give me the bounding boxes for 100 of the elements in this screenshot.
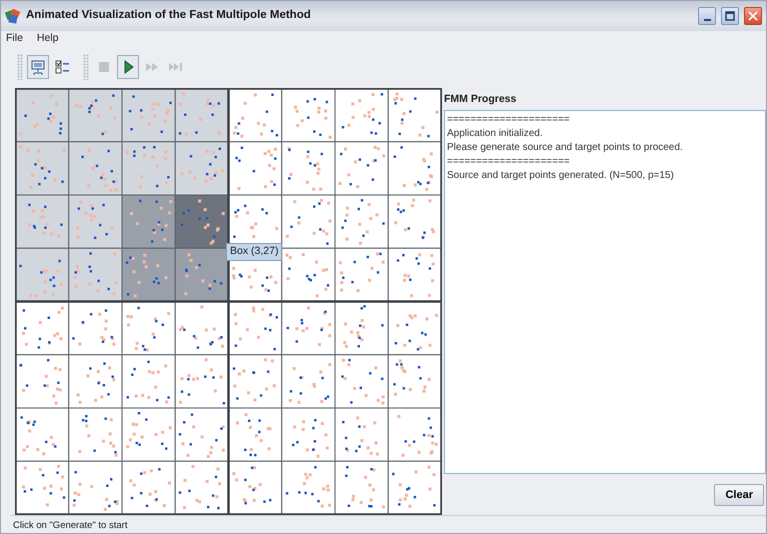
grid-box[interactable] xyxy=(174,301,229,356)
grid-box[interactable] xyxy=(388,248,442,302)
grid-box[interactable] xyxy=(122,354,176,408)
grid-box[interactable] xyxy=(228,408,282,462)
grid-box[interactable] xyxy=(334,248,389,302)
points-drawing xyxy=(338,146,386,188)
grid-box[interactable] xyxy=(68,301,122,356)
grid-box[interactable] xyxy=(174,408,229,462)
grid-box[interactable] xyxy=(388,408,442,462)
grid-box[interactable] xyxy=(334,354,389,408)
grid-box[interactable] xyxy=(15,141,70,196)
points-drawing xyxy=(74,252,118,296)
grid-box[interactable] xyxy=(281,408,336,462)
grid-box[interactable] xyxy=(15,194,70,249)
grid-box[interactable] xyxy=(281,354,336,408)
grid-box[interactable] xyxy=(388,141,442,196)
grid-box[interactable] xyxy=(334,194,389,249)
menu-item[interactable]: Help xyxy=(36,31,59,47)
grid-box[interactable] xyxy=(174,88,229,142)
grid-box[interactable] xyxy=(281,88,336,142)
points-drawing xyxy=(20,359,62,405)
log-line: ===================== xyxy=(447,112,571,127)
maximize-button[interactable] xyxy=(721,7,739,25)
grid-box[interactable] xyxy=(174,460,229,515)
points-drawing xyxy=(232,358,276,402)
close-button[interactable] xyxy=(744,7,762,25)
grid-box[interactable] xyxy=(334,408,389,462)
points-drawing xyxy=(393,359,431,396)
points-drawing xyxy=(78,415,118,457)
grid-box[interactable] xyxy=(122,248,176,302)
grid-box[interactable] xyxy=(122,408,176,462)
panel-title: FMM Progress xyxy=(444,92,518,107)
grid-box[interactable] xyxy=(15,408,70,462)
points-drawing xyxy=(130,200,172,243)
grid-box[interactable] xyxy=(334,141,389,196)
grid-box[interactable] xyxy=(228,460,282,515)
points-drawing xyxy=(343,305,384,348)
grid-box[interactable] xyxy=(122,460,176,515)
points-drawing xyxy=(178,465,222,510)
checklist-icon xyxy=(53,58,71,76)
grid-box[interactable] xyxy=(68,248,122,302)
grid-box[interactable] xyxy=(174,248,229,302)
points-drawing xyxy=(342,93,384,135)
grid-box[interactable] xyxy=(334,301,389,356)
points-drawing xyxy=(288,147,323,191)
grid-box[interactable] xyxy=(68,354,122,408)
points-drawing xyxy=(286,253,330,298)
points-drawing xyxy=(178,306,224,349)
grid-box[interactable] xyxy=(334,88,389,142)
window-title: Animated Visualization of the Fast Multipole Method xyxy=(26,8,312,24)
points-drawing xyxy=(286,306,332,346)
points-drawing xyxy=(19,260,63,298)
grid-box[interactable] xyxy=(15,460,70,515)
grid-box[interactable] xyxy=(388,460,442,515)
points-drawing xyxy=(180,200,225,245)
points-drawing xyxy=(396,253,435,298)
toolbar-grip[interactable] xyxy=(17,54,23,80)
grid-box[interactable] xyxy=(228,354,282,408)
grid-box[interactable] xyxy=(174,141,229,196)
grid-box[interactable] xyxy=(122,88,176,142)
grid-box[interactable] xyxy=(68,194,122,249)
grid-box[interactable] xyxy=(388,354,442,408)
grid-box[interactable] xyxy=(174,354,229,408)
points-drawing xyxy=(288,363,332,404)
grid-box[interactable] xyxy=(122,301,176,356)
app-icon xyxy=(5,8,21,24)
grid-box[interactable] xyxy=(388,194,442,249)
display-button[interactable] xyxy=(27,55,49,79)
minimize-button[interactable] xyxy=(698,7,716,25)
points-drawing xyxy=(397,414,438,457)
grid-box[interactable] xyxy=(281,141,336,196)
points-drawing xyxy=(341,358,385,404)
grid-box[interactable] xyxy=(388,88,442,142)
grid-box[interactable] xyxy=(15,248,70,302)
toolbar-grip[interactable] xyxy=(83,54,89,80)
points-drawing xyxy=(286,466,332,508)
grid-box[interactable] xyxy=(15,354,70,408)
grid-box[interactable] xyxy=(122,141,176,196)
points-drawing xyxy=(393,92,438,138)
grid-box[interactable] xyxy=(281,248,336,302)
points-drawing xyxy=(342,416,379,456)
grid-box[interactable] xyxy=(228,141,282,196)
grid-box[interactable] xyxy=(68,88,122,142)
grid-box[interactable] xyxy=(388,301,442,356)
menu-item[interactable]: File xyxy=(6,31,23,47)
grid-box[interactable] xyxy=(281,460,336,515)
points-drawing xyxy=(19,94,62,136)
grid-box[interactable] xyxy=(68,141,122,196)
grid-box[interactable] xyxy=(68,460,122,515)
points-drawing xyxy=(178,92,221,136)
grid-box[interactable] xyxy=(281,301,336,356)
grid-box[interactable] xyxy=(68,408,122,462)
points-drawing xyxy=(74,94,116,136)
grid-box[interactable] xyxy=(334,460,389,515)
grid-box[interactable] xyxy=(174,194,229,249)
grid-box[interactable] xyxy=(281,194,336,249)
play-button[interactable] xyxy=(117,55,139,79)
points-drawing xyxy=(22,464,66,506)
points-drawing xyxy=(394,314,438,350)
clear-button[interactable]: Clear xyxy=(714,484,764,506)
